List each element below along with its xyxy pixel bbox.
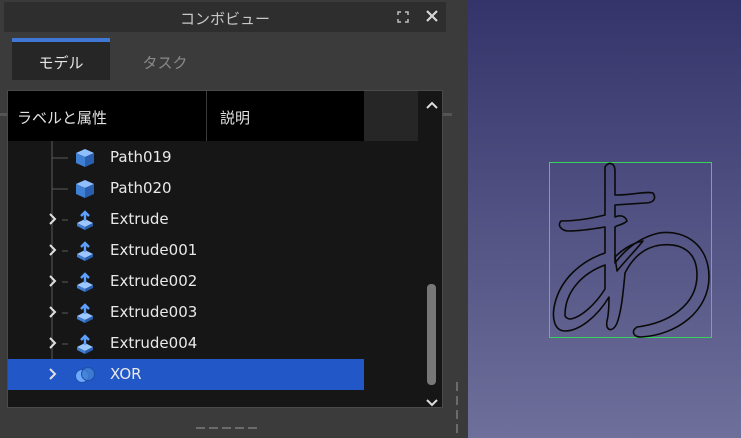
chevron-right-icon[interactable] xyxy=(47,304,59,320)
3d-viewport[interactable] xyxy=(468,0,741,438)
tab-model[interactable]: モデル xyxy=(12,38,110,80)
extrude-icon xyxy=(74,333,96,355)
model-tree[interactable]: ラベルと属性 説明 Path019 Path020 Extrude Extrud… xyxy=(7,90,443,408)
chevron-right-icon[interactable] xyxy=(47,242,59,258)
tree-row-label: Extrude xyxy=(110,210,169,228)
chevron-right-icon[interactable] xyxy=(47,273,59,289)
extrude-icon xyxy=(74,240,96,262)
tree-row-label: Extrude004 xyxy=(110,334,198,352)
tree-row-label: XOR xyxy=(110,365,142,383)
tree-row-extrude004[interactable]: Extrude004 xyxy=(8,328,364,359)
tab-model-label: モデル xyxy=(38,54,84,72)
scrollbar-thumb[interactable] xyxy=(427,284,436,385)
tree-header: ラベルと属性 説明 xyxy=(8,91,418,141)
tab-task-label: タスク xyxy=(142,54,188,72)
tree-row-extrude001[interactable]: Extrude001 xyxy=(8,235,364,266)
tree-row-label: Extrude001 xyxy=(110,241,198,259)
tree-vertical-scrollbar[interactable] xyxy=(422,91,442,407)
extrude-icon xyxy=(74,271,96,293)
scroll-up-icon[interactable] xyxy=(426,95,438,109)
tree-row-extrude002[interactable]: Extrude002 xyxy=(8,266,364,297)
extrude-icon xyxy=(74,302,96,324)
column-divider[interactable] xyxy=(206,91,207,141)
tree-row-extrude[interactable]: Extrude xyxy=(8,204,364,235)
panel-resize-grip[interactable] xyxy=(196,426,258,430)
chevron-right-icon[interactable] xyxy=(47,335,59,351)
float-icon[interactable] xyxy=(396,10,410,24)
tree-row-label: Extrude002 xyxy=(110,272,198,290)
tree-row-path020[interactable]: Path020 xyxy=(8,173,364,204)
combo-view-panel: コンボビュー モデル タスク ラベルと属性 説明 Path019 Path020… xyxy=(0,0,460,438)
tree-row-label: Path019 xyxy=(110,148,172,166)
tree-row-label: Path020 xyxy=(110,179,172,197)
column-header-label[interactable]: ラベルと属性 xyxy=(17,107,107,128)
cube-icon xyxy=(74,147,96,169)
panel-title: コンボビュー xyxy=(179,10,270,28)
chevron-right-icon[interactable] xyxy=(47,366,59,382)
tree-row-extrude003[interactable]: Extrude003 xyxy=(8,297,364,328)
tree-row-path019[interactable]: Path019 xyxy=(8,142,364,173)
tab-task[interactable]: タスク xyxy=(110,44,220,80)
scroll-down-icon[interactable] xyxy=(426,393,438,407)
extrude-icon xyxy=(74,209,96,231)
boolean-xor-icon xyxy=(74,364,96,386)
chevron-right-icon[interactable] xyxy=(47,211,59,227)
cube-icon xyxy=(74,178,96,200)
xor-shape-outline[interactable] xyxy=(549,155,714,345)
tree-row-label: Extrude003 xyxy=(110,303,198,321)
panel-titlebar[interactable]: コンボビュー xyxy=(4,2,446,32)
tree-row-xor[interactable]: XOR xyxy=(8,359,364,390)
column-header-description[interactable]: 説明 xyxy=(220,107,250,128)
close-icon[interactable] xyxy=(424,7,440,25)
tab-bar: モデル タスク xyxy=(0,36,460,116)
splitter-handle[interactable] xyxy=(455,382,459,438)
column-header-empty xyxy=(364,91,418,141)
